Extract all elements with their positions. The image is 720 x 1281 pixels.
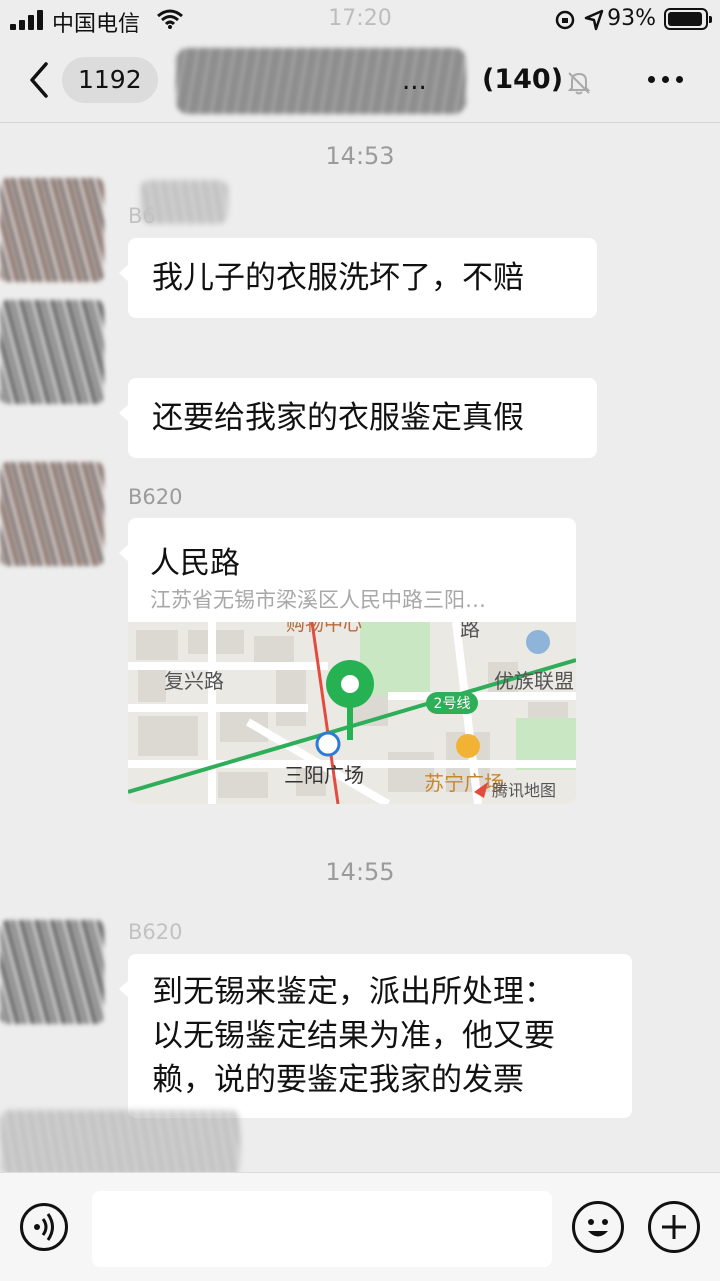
message-text-line: 到无锡来鉴定，派出所处理： xyxy=(152,974,555,1010)
location-arrow-icon xyxy=(584,9,604,31)
message-timestamp: 14:55 xyxy=(325,858,395,886)
header-divider xyxy=(0,122,720,123)
sender-name: B6 xyxy=(128,204,156,228)
location-address: 江苏省无锡市梁溪区人民中路三阳… xyxy=(150,588,486,612)
mall-icon xyxy=(456,734,480,758)
group-title-ellipsis: ... xyxy=(402,66,427,96)
map-label-road-north: 路 xyxy=(460,622,480,641)
metro-line-label: 2号线 xyxy=(434,696,471,712)
message-text-line: 赖，说的要鉴定我家的发票 xyxy=(152,1062,524,1098)
message-input[interactable] xyxy=(92,1191,552,1267)
battery-percent: 93% xyxy=(607,6,656,31)
map-label-road: 复兴路 xyxy=(164,669,224,693)
unread-count-badge[interactable]: 1192 xyxy=(62,57,158,103)
message-text: 我儿子的衣服洗坏了，不赔 xyxy=(152,260,524,296)
text-message-bubble[interactable]: 还要给我家的衣服鉴定真假 xyxy=(119,378,597,458)
input-bar xyxy=(0,1172,720,1281)
map-provider: 腾讯地图 xyxy=(492,781,556,800)
mute-bell-icon xyxy=(567,72,591,95)
voice-icon[interactable] xyxy=(20,1203,68,1251)
message-text: 还要给我家的衣服鉴定真假 xyxy=(152,400,524,436)
map-label-station: 三阳广场 xyxy=(284,763,364,787)
avatar-redacted xyxy=(0,1110,240,1176)
more-icon[interactable] xyxy=(648,76,684,84)
avatar[interactable] xyxy=(0,920,104,1024)
plus-icon[interactable] xyxy=(648,1201,700,1253)
map-label-brand: 优族联盟 xyxy=(494,669,574,693)
back-chevron-icon[interactable] xyxy=(26,60,56,100)
map-label-top: 购物中心 xyxy=(286,622,362,635)
metro-icon xyxy=(315,731,341,757)
bank-icon xyxy=(526,630,550,654)
message-timestamp: 14:53 xyxy=(325,142,395,170)
status-bar: 中国电信 17:20 93% xyxy=(0,0,720,40)
avatar[interactable] xyxy=(0,462,104,566)
text-message-bubble[interactable]: 到无锡来鉴定，派出所处理： 以无锡鉴定结果为准，他又要 赖，说的要鉴定我家的发票 xyxy=(119,954,632,1118)
avatar[interactable] xyxy=(0,300,104,404)
chat-header: 1192 ... (140) xyxy=(0,40,720,122)
battery-icon xyxy=(664,8,712,30)
emoji-icon[interactable] xyxy=(572,1201,624,1253)
location-map-preview[interactable]: 购物中心 复兴路 路 优族联盟 2号线 三阳广场 苏宁广场 腾讯地图 xyxy=(128,622,576,804)
text-message-bubble[interactable]: 我儿子的衣服洗坏了，不赔 xyxy=(119,238,597,318)
avatar[interactable] xyxy=(0,178,104,282)
sender-name: B620 xyxy=(128,485,183,509)
sender-name: B620 xyxy=(128,920,183,944)
rotation-lock-icon xyxy=(555,10,575,30)
message-text-line: 以无锡鉴定结果为准，他又要 xyxy=(152,1018,555,1054)
location-name: 人民路 xyxy=(150,546,240,581)
location-message-card[interactable]: 人民路 江苏省无锡市梁溪区人民中路三阳… 购物中心 复兴路 路 优族联盟 2号线… xyxy=(128,518,576,804)
member-count: (140) xyxy=(482,64,564,95)
